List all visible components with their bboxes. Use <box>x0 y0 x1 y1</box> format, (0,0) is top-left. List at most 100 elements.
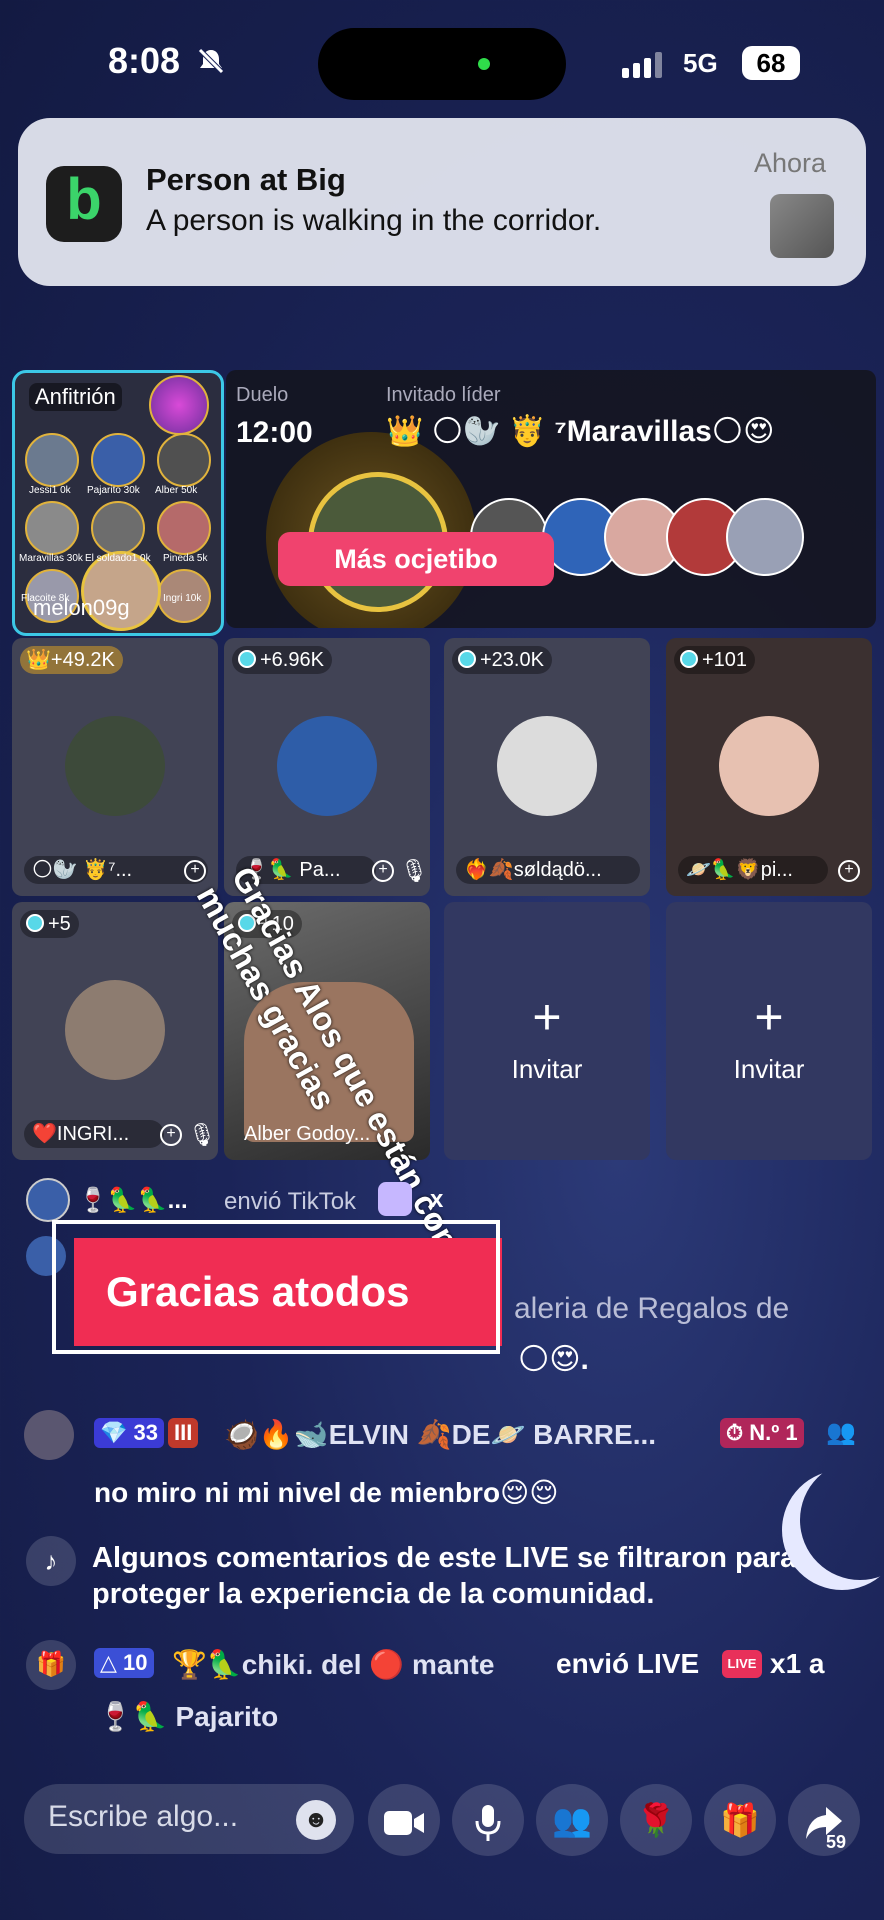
invite-seat[interactable]: + Invitar <box>666 902 872 1160</box>
mini-avatar <box>25 501 79 555</box>
gift-action: envió LIVE <box>556 1648 700 1679</box>
add-icon: + <box>754 989 784 1045</box>
gift-count: x <box>430 1186 444 1213</box>
profile-icon[interactable]: 👥 <box>826 1418 856 1447</box>
diamond-icon <box>26 914 44 932</box>
mini-avatar <box>25 433 79 487</box>
duel-panel[interactable]: Duelo Invitado líder 12:00 👑 🌕🦭 🤴 ⁷Marav… <box>226 370 876 628</box>
rank-badge: ⏱ N.º 1 <box>720 1418 804 1448</box>
app-icon: b <box>46 166 122 242</box>
push-notification[interactable]: b Person at Big A person is walking in t… <box>18 118 866 286</box>
duel-label: Duelo <box>236 384 289 406</box>
gift-sender: 🍷🦜🦜... <box>78 1187 188 1214</box>
seat-name: ❤️‍🔥🍂søldądö... <box>456 856 640 884</box>
invite-seat[interactable]: + Invitar <box>444 902 650 1160</box>
gift-recipient[interactable]: 🍷🦜 Pajarito <box>98 1700 278 1733</box>
diamond-icon <box>458 650 476 668</box>
notification-thumbnail <box>770 194 834 258</box>
camera-indicator <box>478 58 490 70</box>
tiktok-gift-icon <box>378 1182 412 1216</box>
muted-mic-icon: 🎙 <box>400 858 428 883</box>
comment-placeholder: Escribe algo... <box>48 1800 239 1833</box>
guest-seat[interactable]: +101 🪐🦜🦁pi... + <box>666 638 872 896</box>
crown-icon: 👑 <box>26 649 51 671</box>
rose-icon: 🌹 <box>636 1802 676 1838</box>
mini-avatar <box>157 433 211 487</box>
diamond-icon <box>680 650 698 668</box>
battery-icon: 68 <box>742 46 800 80</box>
gallery-tail: 🌕😍. <box>518 1343 589 1376</box>
duel-timer: 12:00 <box>236 416 313 449</box>
guest-seat[interactable]: +23.0K ❤️‍🔥🍂søldądö... <box>444 638 650 896</box>
mini-avatar <box>91 501 145 555</box>
live-gift-icon: LIVE <box>722 1650 762 1678</box>
participant-avatar <box>726 498 804 576</box>
guests-button[interactable]: 👥 <box>536 1784 608 1856</box>
seat-score: +23.0K <box>452 646 552 674</box>
gallery-text: aleria de Regalos de <box>514 1292 790 1325</box>
seat-name: 🌕🦭 🤴⁷... <box>24 856 208 884</box>
sticker-text: Gracias atodos <box>106 1268 410 1315</box>
chat-avatar <box>24 1410 74 1460</box>
follow-plus-icon[interactable]: + <box>838 860 860 882</box>
seat-score: +101 <box>674 646 756 674</box>
add-icon: + <box>532 989 562 1045</box>
share-button[interactable] <box>788 1784 860 1856</box>
system-message: Algunos comentarios de este LIVE se filt… <box>92 1542 797 1610</box>
seat-avatar <box>497 716 597 816</box>
host-name: melon09g <box>33 595 130 620</box>
leader-label: Invitado líder <box>386 384 501 406</box>
emoji-icon[interactable]: ☻ <box>296 1800 336 1840</box>
chat-avatar <box>26 1178 70 1222</box>
more-objective-button[interactable]: Más ocjetibo <box>278 532 554 586</box>
leader-name: 👑 🌕🦭 🤴 ⁷Maravillas🌕😍 <box>386 415 775 448</box>
follow-plus-icon[interactable]: + <box>160 1124 182 1146</box>
gift-sender[interactable]: 🏆🦜chiki. del 🔴 mante <box>172 1648 494 1681</box>
people-icon: 👥 <box>552 1802 592 1838</box>
host-tile[interactable]: Anfitrión Jessi1 0k Pajarito 30k Alber 5… <box>12 370 224 636</box>
chat-message: no miro ni mi nivel de mienbro😌😌 <box>94 1477 559 1508</box>
camera-button[interactable] <box>368 1784 440 1856</box>
seat-score: 👑+49.2K <box>20 646 123 674</box>
mini-label: Pajarito 30k <box>87 485 140 496</box>
guest-seat[interactable]: +5 ❤️INGRI... + 🎙 <box>12 902 218 1160</box>
seat-name: ❤️INGRI... <box>24 1120 164 1148</box>
mini-label: El soldado1 0k <box>85 553 151 564</box>
mini-label: Jessi1 0k <box>29 485 71 496</box>
chat-username[interactable]: 🥥🔥🐋ELVIN 🍂DE🪐 BARRE... <box>224 1418 694 1451</box>
silent-bell-icon <box>196 46 226 76</box>
seat-name: 🪐🦜🦁pi... <box>678 856 828 884</box>
network-type: 5G <box>683 48 718 78</box>
seat-avatar <box>277 716 377 816</box>
share-count: 59 <box>826 1832 847 1852</box>
follow-plus-icon[interactable]: + <box>184 860 206 882</box>
guest-seat[interactable]: 👑+49.2K 🌕🦭 🤴⁷... + <box>12 638 218 896</box>
microphone-button[interactable] <box>452 1784 524 1856</box>
host-label: Anfitrión <box>29 383 122 411</box>
mini-label: Pineda 5k <box>163 553 208 564</box>
notification-title: Person at Big <box>146 162 346 197</box>
rose-gift-button[interactable]: 🌹 <box>620 1784 692 1856</box>
status-time: 8:08 <box>108 40 181 81</box>
gift-box-icon: 🎁 <box>720 1802 760 1838</box>
seat-avatar <box>65 980 165 1080</box>
seat-avatar <box>65 716 165 816</box>
diamond-icon <box>238 650 256 668</box>
mini-avatar <box>91 433 145 487</box>
microphone-icon <box>475 1804 501 1841</box>
fan-badge: III <box>168 1418 199 1448</box>
seat-score: +6.96K <box>232 646 332 674</box>
gift-count: x1 a <box>770 1648 825 1679</box>
gift-icon: 🎁 <box>26 1640 76 1690</box>
tiktok-icon: ♪ <box>26 1536 76 1586</box>
mini-label: Alber 50k <box>155 485 198 496</box>
follow-plus-icon[interactable]: + <box>372 860 394 882</box>
gift-button[interactable]: 🎁 <box>704 1784 776 1856</box>
level-badge: △ 10 <box>94 1648 154 1678</box>
guest-seat[interactable]: +6.96K 🍷🦜 Pa... + 🎙 <box>224 638 430 896</box>
seat-score: +5 <box>20 910 79 938</box>
video-camera-icon <box>384 1810 424 1835</box>
invite-label: Invitar <box>511 1054 583 1084</box>
tiktok-logo-icon <box>149 375 209 435</box>
mini-label: Maravillas 30k <box>19 553 83 564</box>
